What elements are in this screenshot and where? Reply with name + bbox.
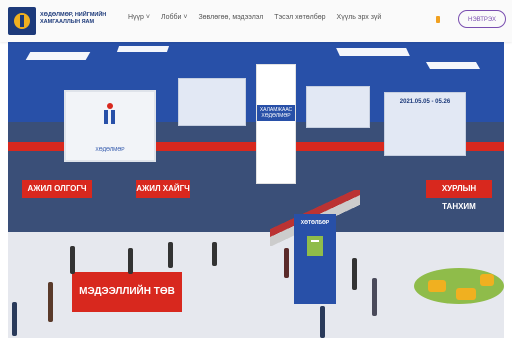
ceiling-light: [425, 62, 481, 69]
ceiling-light: [116, 46, 170, 52]
lounge-chair: [428, 280, 446, 292]
nav-item-consulting[interactable]: Зөвлөгөө, мэдээлэл: [198, 14, 263, 21]
promo-banner-mid[interactable]: [306, 86, 370, 128]
nav-item-program[interactable]: Тэсэл хөтөлбөр: [274, 14, 325, 21]
jobseeker-zone-sign[interactable]: АЖИЛ ХАЙГЧ: [136, 180, 190, 198]
login-button[interactable]: НЭВТРЭХ: [458, 10, 506, 28]
info-desk[interactable]: МЭДЭЭЛЛИЙН ТӨВ: [72, 272, 182, 312]
visitor-avatar: [48, 282, 53, 322]
visitor-avatar: [352, 258, 357, 290]
lounge-chair: [480, 274, 494, 286]
video-screen[interactable]: ХӨДӨЛМӨР: [64, 90, 156, 162]
pillar-sign: ХАЛАМЖААС ХӨДӨЛМӨР: [257, 105, 295, 121]
notification-icon[interactable]: [436, 16, 440, 23]
virtual-lobby-scene[interactable]: ХӨДӨЛМӨР 2021.05.05 - 05.26 ХАЛАМЖААС ХӨ…: [8, 42, 504, 338]
screen-caption: ХӨДӨЛМӨР: [95, 147, 125, 153]
promo-banner-left[interactable]: [178, 78, 246, 126]
visitor-avatar: [284, 248, 289, 278]
ministry-name: ХӨДӨЛМӨР, НИЙГМИЙН ХАМГААЛЛЫН ЯАМ: [40, 12, 107, 25]
program-kiosk[interactable]: ХӨТӨЛБӨР: [294, 214, 336, 304]
screen-logo-icon: [104, 103, 115, 124]
ceiling-light: [25, 52, 91, 60]
nav-item-lobby[interactable]: Лобби ˅: [161, 14, 187, 21]
ceiling-light: [336, 48, 410, 56]
visitor-avatar: [212, 242, 217, 266]
employer-zone-sign[interactable]: АЖИЛ ОЛГОГЧ: [22, 180, 92, 198]
promo-banner-right[interactable]: 2021.05.05 - 05.26: [384, 92, 466, 156]
visitor-avatar: [12, 302, 17, 336]
central-pillar: ХАЛАМЖААС ХӨДӨЛМӨР: [256, 64, 296, 184]
visitor-avatar: [70, 246, 75, 274]
main-menu: Нүүр ˅ Лобби ˅ Зөвлөгөө, мэдээлэл Тэсэл …: [128, 14, 381, 21]
visitor-avatar: [372, 278, 377, 316]
visitor-avatar: [320, 306, 325, 338]
lounge-chair: [456, 288, 476, 300]
visitor-avatar: [168, 242, 173, 268]
kiosk-map-icon: [307, 236, 323, 256]
nav-item-legal[interactable]: Хүүль эрх зүй: [337, 14, 382, 21]
conference-hall-sign[interactable]: ХУРЛЫН ТАНХИМ: [426, 180, 492, 211]
nav-item-home[interactable]: Нүүр ˅: [128, 14, 150, 21]
visitor-avatar: [128, 248, 133, 274]
emblem-icon: [14, 13, 30, 29]
top-navigation-bar: ХӨДӨЛМӨР, НИЙГМИЙН ХАМГААЛЛЫН ЯАМ Нүүр ˅…: [0, 0, 512, 42]
ministry-logo[interactable]: [8, 7, 36, 35]
kiosk-label: ХӨТӨЛБӨР: [300, 220, 330, 226]
